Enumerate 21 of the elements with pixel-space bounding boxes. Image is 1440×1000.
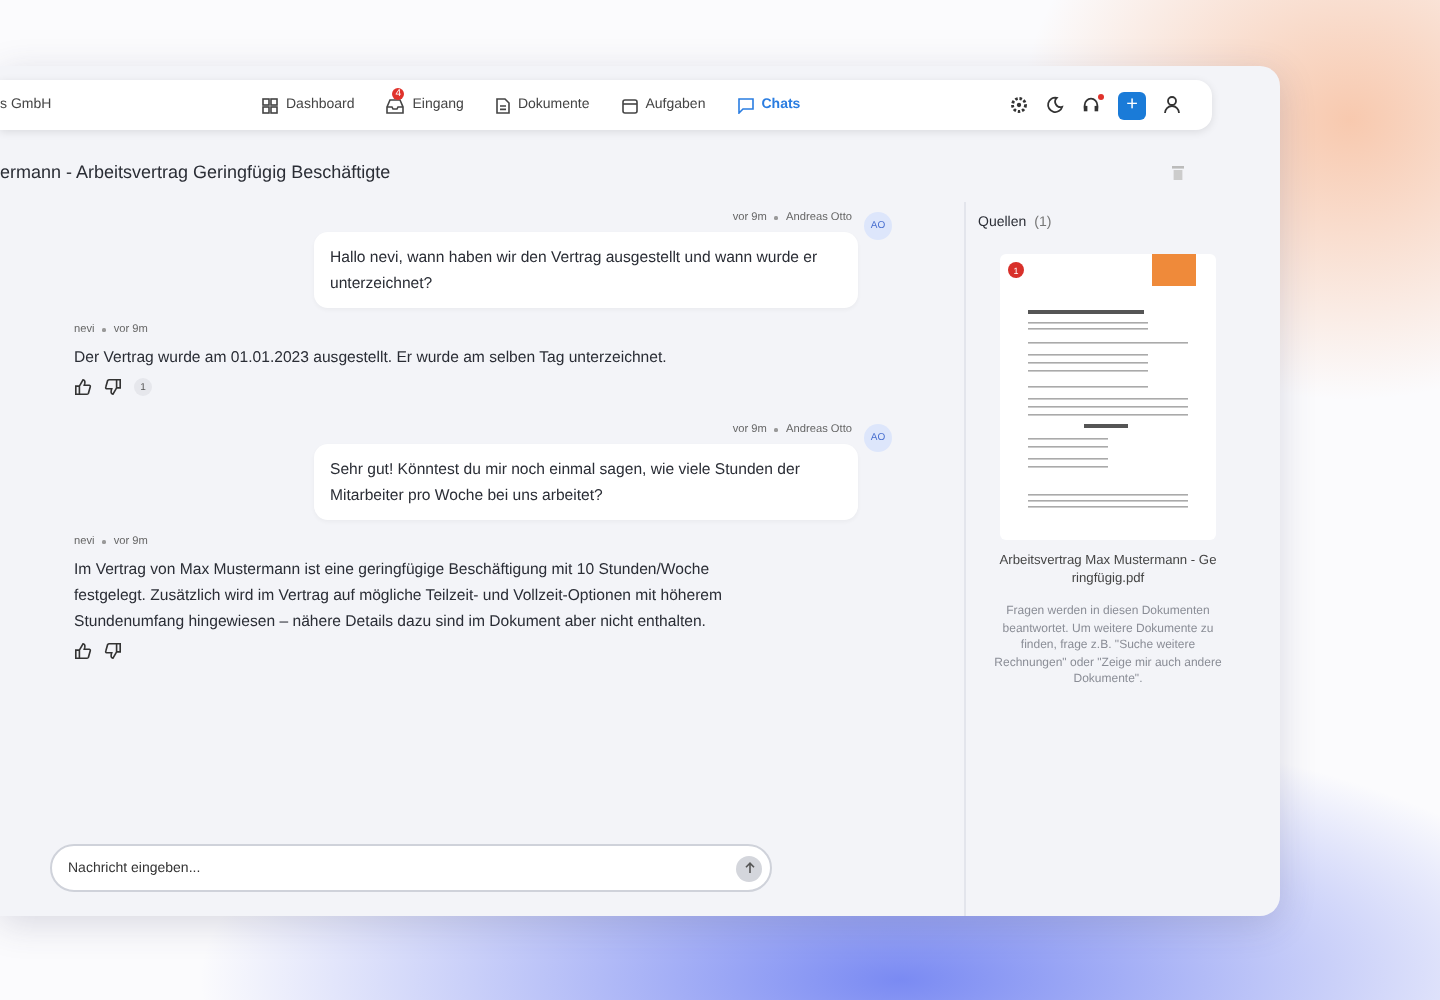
thumbs-down-icon[interactable] — [104, 378, 122, 396]
headset-icon[interactable] — [1082, 96, 1100, 114]
separator-dot — [774, 428, 779, 432]
chat-icon — [737, 97, 754, 113]
document-icon — [495, 97, 510, 113]
arrow-up-icon — [743, 862, 755, 874]
moon-icon[interactable] — [1046, 96, 1064, 114]
add-button[interactable]: + — [1118, 91, 1146, 119]
grid-icon — [262, 97, 278, 113]
user-icon[interactable] — [1164, 96, 1180, 114]
calendar-icon — [621, 97, 638, 113]
separator-dot — [774, 216, 779, 220]
separator-dot — [102, 540, 106, 544]
thumbs-up-icon[interactable] — [74, 378, 92, 396]
thumbs-up-icon[interactable] — [74, 642, 92, 660]
inbox-icon — [386, 97, 405, 113]
settings-icon[interactable] — [1010, 96, 1028, 114]
separator-dot — [102, 328, 106, 332]
thumbs-down-icon[interactable] — [104, 642, 122, 660]
logo-drawing — [1152, 254, 1196, 286]
chat-title: ermann - Arbeitsvertrag Geringfügig Beschäftigte — [0, 162, 391, 182]
